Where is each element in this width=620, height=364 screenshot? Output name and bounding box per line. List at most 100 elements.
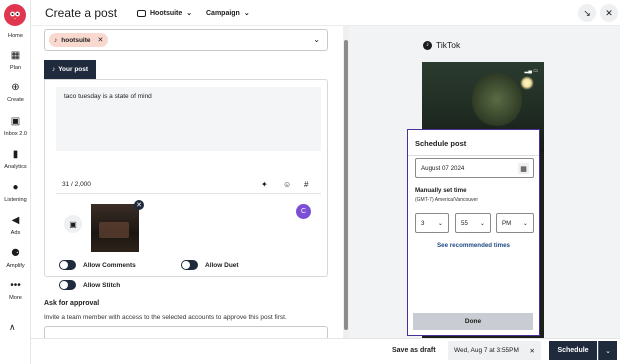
- nav-item-ads[interactable]: ◀ Ads: [0, 215, 31, 236]
- chevron-down-icon: ⌄: [243, 10, 250, 17]
- preview-image-tree: [472, 72, 522, 127]
- remove-media-icon[interactable]: ✕: [134, 200, 144, 210]
- nav-item-inbox-2-0[interactable]: ▣ Inbox 2.0: [0, 116, 31, 137]
- minute-select[interactable]: 55 ⌄: [455, 213, 491, 233]
- chevron-down-icon: ⌄: [437, 219, 443, 227]
- tiktok-icon: ♪: [423, 40, 432, 50]
- org-owl-icon: [137, 9, 146, 17]
- ampm-value: PM: [502, 219, 512, 227]
- schedule-options-button[interactable]: ⌄: [598, 341, 617, 360]
- approver-input[interactable]: [44, 326, 328, 338]
- post-text-input[interactable]: taco tuesday is a state of mind: [56, 87, 321, 151]
- date-input[interactable]: August 07 2024 ▦: [415, 158, 534, 178]
- ampm-select[interactable]: PM ⌄: [496, 213, 534, 233]
- avatar[interactable]: C: [296, 204, 311, 219]
- collapse-nav-icon[interactable]: ∧: [9, 322, 16, 333]
- toggle-switch[interactable]: [59, 260, 76, 270]
- minimize-icon: ↘: [583, 7, 591, 18]
- clear-schedule-icon[interactable]: ✕: [530, 347, 535, 355]
- plus-circle-icon: ⊕: [11, 82, 20, 93]
- done-button[interactable]: Done: [413, 313, 533, 330]
- nav-item-label: Create: [7, 97, 24, 103]
- minimize-button[interactable]: ↘: [578, 4, 596, 22]
- close-button[interactable]: ✕: [600, 4, 618, 22]
- toggle-switch[interactable]: [59, 280, 76, 290]
- remove-account-icon[interactable]: ✕: [98, 36, 104, 44]
- tiktok-icon: ♪: [54, 36, 58, 44]
- recommended-times-link[interactable]: See recommended times: [408, 242, 539, 249]
- nav-item-plan[interactable]: ▦ Plan: [0, 50, 31, 71]
- toggle-label: Allow Duet: [205, 261, 239, 269]
- page-title: Create a post: [45, 6, 118, 20]
- chevron-down-icon: ⌄: [186, 10, 193, 17]
- nav-item-label: Plan: [9, 65, 22, 71]
- megaphone-icon: ◀: [11, 215, 20, 226]
- timezone-label: (GMT-7) America/Vancouver: [415, 197, 478, 203]
- hour-value: 3: [421, 219, 425, 227]
- scheduled-time: Wed, Aug 7 at 3:55PM: [454, 347, 519, 354]
- tab-your-post[interactable]: ♪ Your post: [44, 60, 96, 79]
- campaign-label: Campaign: [206, 9, 240, 17]
- nav-item-amplify[interactable]: ⚈ Amplify: [0, 248, 31, 269]
- nav-item-listening[interactable]: ● Listening: [0, 182, 31, 203]
- date-value: August 07 2024: [421, 165, 465, 172]
- preview-image-light: [520, 76, 534, 90]
- nav-item-create[interactable]: ⊕ Create: [0, 82, 31, 103]
- nav-item-label: Analytics: [4, 164, 27, 170]
- char-count: 31 / 2,000: [62, 181, 91, 188]
- divider: [408, 155, 539, 156]
- tab-label: Your post: [58, 66, 89, 73]
- org-selector[interactable]: Hootsuite ⌄: [137, 9, 192, 17]
- scheduled-time-chip[interactable]: Wed, Aug 7 at 3:55PM ✕: [448, 341, 541, 360]
- bar-chart-icon: ▮: [12, 149, 19, 160]
- left-nav: ⌂Home ▦ Plan ⊕ Create ▣ Inbox 2.0 ▮ Analytics ● Li…: [0, 0, 31, 364]
- preview-network-label: ♪ TikTok: [423, 40, 460, 50]
- media-thumbnail[interactable]: [91, 204, 139, 252]
- nav-item-label: Inbox 2.0: [3, 131, 27, 137]
- account-chip-label: hootsuite: [61, 36, 91, 44]
- toggle-allow-duet[interactable]: Allow Duet: [181, 260, 239, 270]
- campaign-selector[interactable]: Campaign ⌄: [206, 9, 250, 18]
- hashtag-icon[interactable]: #: [304, 180, 308, 189]
- nav-item-label: Amplify: [6, 263, 25, 269]
- toggle-allow-stitch[interactable]: Allow Stitch: [59, 280, 120, 290]
- toggle-allow-comments[interactable]: Allow Comments: [59, 260, 136, 270]
- image-icon: ▣: [69, 219, 77, 229]
- emoji-icon[interactable]: ☺: [283, 180, 291, 189]
- minute-value: 55: [461, 219, 468, 227]
- manual-time-label: Manually set time: [415, 187, 467, 194]
- schedule-button[interactable]: Schedule: [549, 341, 597, 360]
- network-name: TikTok: [436, 40, 461, 50]
- nav-item-analytics[interactable]: ▮ Analytics: [0, 149, 31, 170]
- toggle-switch[interactable]: [181, 260, 198, 270]
- tiktok-icon: ♪: [51, 66, 56, 73]
- ai-sparkle-icon[interactable]: ✦: [261, 180, 268, 189]
- account-selector[interactable]: ♪ hootsuite ✕ ⌄: [44, 29, 328, 51]
- chevron-down-icon[interactable]: ⌄: [313, 35, 320, 44]
- approval-title: Ask for approval: [44, 300, 100, 307]
- nav-item-more[interactable]: ••• More: [0, 280, 31, 301]
- phone-status-bar: ▂▄ ▭: [524, 68, 538, 74]
- close-icon: ✕: [605, 7, 613, 18]
- lightbulb-icon: ●: [12, 182, 19, 193]
- save-draft-button[interactable]: Save as draft: [392, 347, 436, 354]
- hour-select[interactable]: 3 ⌄: [415, 213, 449, 233]
- post-card: taco tuesday is a state of mind 31 / 2,0…: [44, 79, 328, 290]
- account-chip[interactable]: ♪ hootsuite ✕: [49, 33, 109, 47]
- scrollbar-thumb[interactable]: [344, 40, 348, 330]
- composer-panel: ♪ hootsuite ✕ ⌄ ♪ Your post taco tuesday…: [31, 26, 343, 338]
- calendar-icon: ▦: [10, 50, 21, 61]
- header: Create a post Hootsuite ⌄ Campaign ⌄ ↘ ✕: [31, 0, 620, 26]
- toggle-label: Allow Comments: [83, 261, 136, 269]
- calendar-icon[interactable]: ▦: [518, 163, 529, 174]
- nav-item-label: Ads: [10, 230, 21, 236]
- nav-item-home[interactable]: ⌂Home: [0, 18, 31, 39]
- chevron-down-icon: ⌄: [522, 219, 528, 227]
- nav-item-label: More: [9, 295, 22, 301]
- add-media-button[interactable]: ▣: [64, 215, 82, 233]
- schedule-popover: Schedule post August 07 2024 ▦ Manually …: [407, 129, 540, 336]
- chevron-down-icon: ⌄: [479, 219, 485, 227]
- more-icon: •••: [10, 280, 21, 291]
- toggle-label: Allow Stitch: [83, 281, 121, 289]
- amplify-icon: ⚈: [11, 248, 20, 259]
